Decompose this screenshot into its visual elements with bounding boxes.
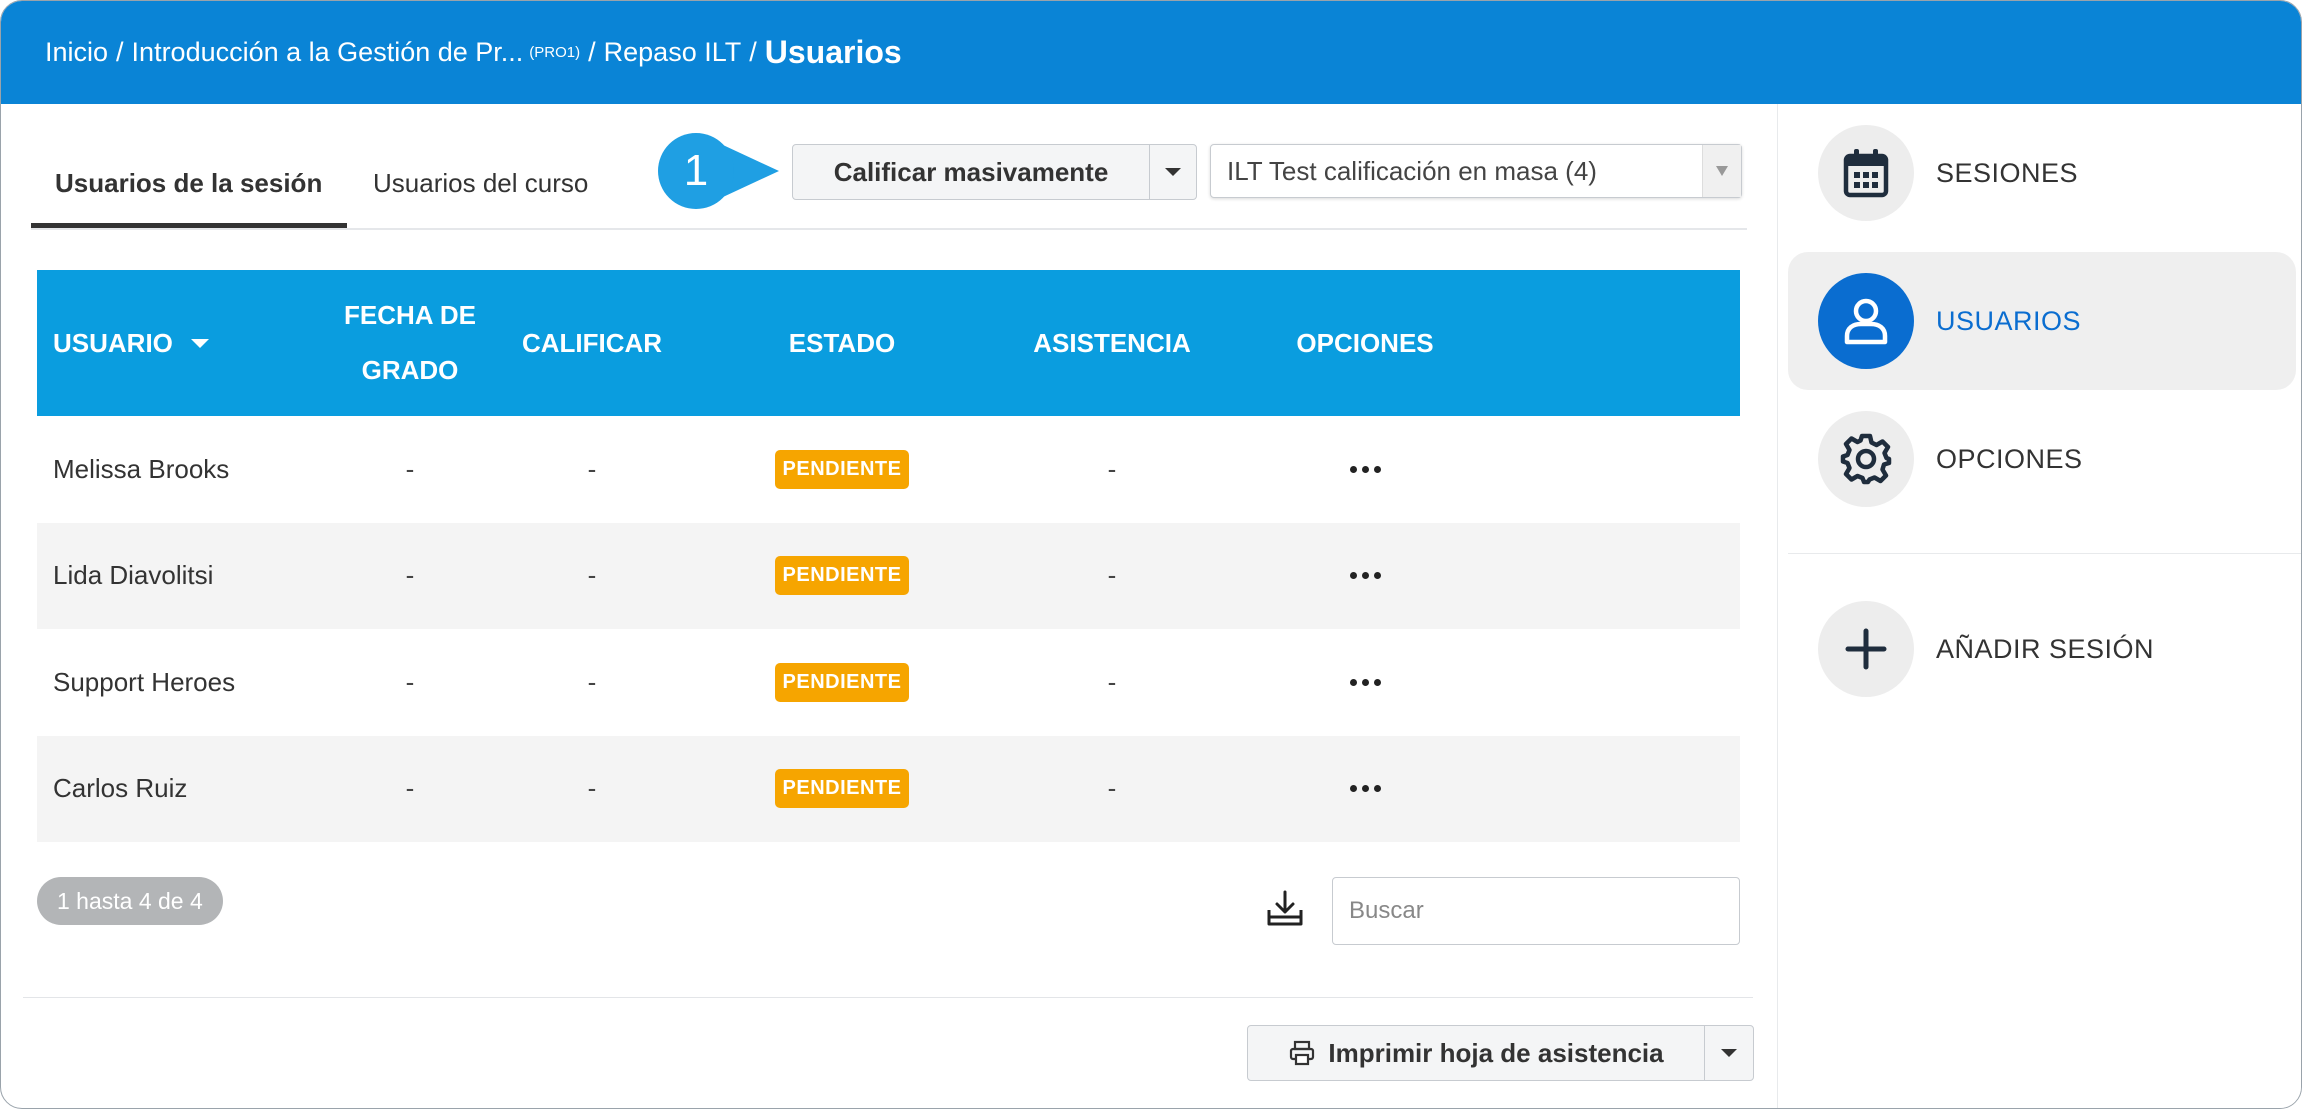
more-options-icon[interactable] <box>1349 572 1381 580</box>
table-row: Melissa Brooks - - PENDIENTE - <box>37 416 1740 523</box>
sidebar-item-sessions[interactable]: SESIONES <box>1788 104 2296 242</box>
bulk-grade-split-button: Calificar masivamente <box>792 144 1197 200</box>
cell-user-name: Carlos Ruiz <box>53 773 188 804</box>
cell-status: PENDIENTE <box>757 523 927 630</box>
tab-session-users[interactable]: Usuarios de la sesión <box>55 168 322 199</box>
add-session-button[interactable]: AÑADIR SESIÓN <box>1788 580 2296 718</box>
status-badge: PENDIENTE <box>774 662 910 702</box>
cell-status: PENDIENTE <box>757 736 927 843</box>
cell-options <box>1267 523 1463 630</box>
caret-down-icon <box>1165 168 1181 176</box>
app-window: Inicio / Introducción a la Gestión de Pr… <box>0 0 2302 1109</box>
table-header: USUARIO FECHA DE GRADO CALIFICAR ESTADO … <box>37 270 1740 416</box>
cell-grade-date: - <box>405 560 415 591</box>
caret-down-icon <box>1721 1049 1737 1057</box>
cell-grade: - <box>587 453 597 484</box>
download-icon[interactable] <box>1263 888 1307 932</box>
cell-grade-date: - <box>405 773 415 804</box>
cell-user-name: Melissa Brooks <box>53 453 230 484</box>
table-row: Lida Diavolitsi - - PENDIENTE - <box>37 522 1740 630</box>
print-attendance-button[interactable]: Imprimir hoja de asistencia <box>1248 1026 1705 1080</box>
cell-user-name: Lida Diavolitsi <box>53 560 214 591</box>
search-input[interactable] <box>1332 877 1740 945</box>
more-options-icon[interactable] <box>1349 465 1381 473</box>
sidebar-divider <box>1788 553 2301 554</box>
cell-user-name: Support Heroes <box>53 666 236 697</box>
cell-grade: - <box>587 773 597 804</box>
cell-grade-date: - <box>405 666 415 697</box>
column-header-grade: CALIFICAR <box>521 327 663 358</box>
print-attendance-dropdown-toggle[interactable] <box>1705 1026 1753 1080</box>
bulk-grade-dropdown-toggle[interactable] <box>1150 145 1196 199</box>
sidebar-item-label: USUARIOS <box>1936 306 2082 336</box>
add-session-label: AÑADIR SESIÓN <box>1936 634 2155 664</box>
tab-course-users[interactable]: Usuarios del curso <box>373 168 588 199</box>
breadcrumb: Inicio / Introducción a la Gestión de Pr… <box>1 1 2301 104</box>
session-select-value: ILT Test calificación en masa (4) <box>1227 156 1597 186</box>
breadcrumb-separator: / <box>749 37 757 67</box>
breadcrumb-course-code: (PRO1) <box>529 44 581 61</box>
print-attendance-split-button: Imprimir hoja de asistencia <box>1247 1025 1754 1081</box>
session-select[interactable]: ILT Test calificación en masa (4) <box>1210 144 1742 198</box>
breadcrumb-home[interactable]: Inicio <box>45 37 108 68</box>
sidebar-item-options[interactable]: OPCIONES <box>1788 390 2296 528</box>
more-options-icon[interactable] <box>1349 678 1381 686</box>
sidebar-item-label: OPCIONES <box>1936 444 2083 474</box>
cell-options <box>1267 736 1463 843</box>
footer-divider <box>23 997 1753 998</box>
gear-icon <box>1818 411 1914 507</box>
cell-attendance: - <box>1107 560 1117 591</box>
pagination-summary: 1 hasta 4 de 4 <box>37 877 223 925</box>
cell-status: PENDIENTE <box>757 416 927 523</box>
column-header-user[interactable]: USUARIO <box>53 270 209 416</box>
users-table: USUARIO FECHA DE GRADO CALIFICAR ESTADO … <box>37 270 1740 842</box>
column-header-grade-date-line1: FECHA DE <box>344 300 476 330</box>
breadcrumb-session[interactable]: Repaso ILT <box>604 37 742 68</box>
sidebar-item-label: SESIONES <box>1936 158 2079 188</box>
sort-down-icon[interactable] <box>190 338 209 348</box>
more-options-icon[interactable] <box>1349 785 1381 793</box>
calendar-icon <box>1818 125 1914 221</box>
cell-grade: - <box>587 560 597 591</box>
plus-icon <box>1818 601 1914 697</box>
cell-grade-date: - <box>405 453 415 484</box>
user-icon <box>1818 273 1914 369</box>
cell-options <box>1267 629 1463 736</box>
table-body: Melissa Brooks - - PENDIENTE - Lida Diavolits… <box>37 416 1740 842</box>
status-badge: PENDIENTE <box>774 449 910 489</box>
column-header-user-label: USUARIO <box>53 327 173 358</box>
status-badge: PENDIENTE <box>774 556 910 596</box>
column-header-grade-date: FECHA DE GRADO <box>335 270 485 416</box>
right-sidebar: SESIONES USUARIOS OPCIONES AÑADIR SESIÓN <box>1777 104 2301 1108</box>
breadcrumb-separator: / <box>588 37 596 67</box>
breadcrumb-course[interactable]: Introducción a la Gestión de Pr... <box>132 37 524 68</box>
select-arrow-icon <box>1702 145 1741 197</box>
column-header-attendance: ASISTENCIA <box>1033 327 1191 358</box>
table-row: Carlos Ruiz - - PENDIENTE - <box>37 735 1740 843</box>
page-title: Usuarios <box>764 34 902 70</box>
sidebar-item-users[interactable]: USUARIOS <box>1788 252 2296 390</box>
bulk-grade-button[interactable]: Calificar masivamente <box>793 145 1150 199</box>
status-badge: PENDIENTE <box>774 769 910 809</box>
cell-attendance: - <box>1107 666 1117 697</box>
breadcrumb-separator: / <box>116 37 124 67</box>
step-callout-badge: 1 <box>658 133 734 209</box>
cell-status: PENDIENTE <box>757 629 927 736</box>
printer-icon <box>1290 1040 1315 1066</box>
cell-attendance: - <box>1107 453 1117 484</box>
table-row: Support Heroes - - PENDIENTE - <box>37 629 1740 736</box>
cell-grade: - <box>587 666 597 697</box>
active-tab-indicator <box>31 223 347 228</box>
column-header-options: OPCIONES <box>1296 327 1434 358</box>
cell-options <box>1267 416 1463 523</box>
column-header-status: ESTADO <box>788 327 896 358</box>
column-header-grade-date-line2: GRADO <box>361 355 459 385</box>
main-content: Usuarios de la sesión Usuarios del curso… <box>1 104 1777 1108</box>
cell-attendance: - <box>1107 773 1117 804</box>
print-attendance-label: Imprimir hoja de asistencia <box>1328 1037 1664 1068</box>
